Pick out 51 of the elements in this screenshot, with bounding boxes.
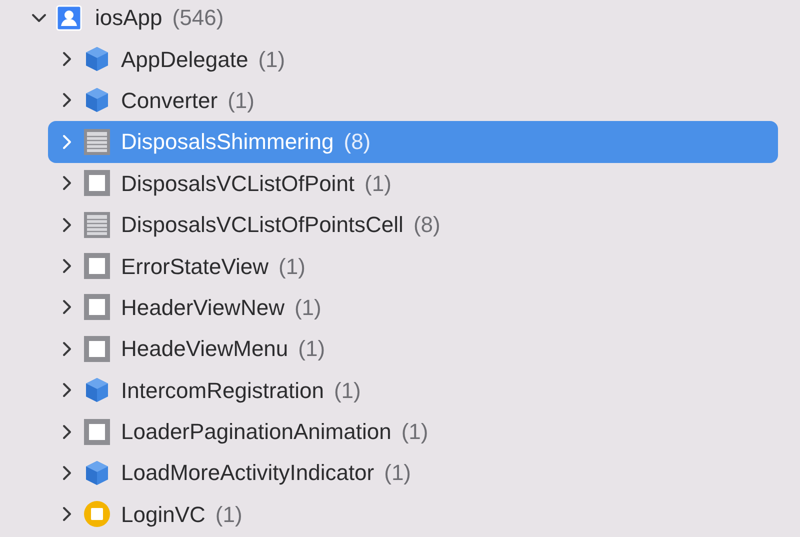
item-count: (1) — [384, 459, 412, 488]
tree-row[interactable]: AppDelegate (1) — [48, 38, 778, 80]
item-count: (1) — [334, 376, 361, 405]
tree-row[interactable]: ErrorStateView (1) — [48, 245, 778, 287]
item-name: HeadeViewMenu — [121, 335, 288, 364]
item-name: DisposalsShimmering — [121, 128, 334, 156]
item-count: (1) — [215, 500, 242, 529]
view-icon — [83, 252, 111, 280]
tree-row[interactable]: IntercomRegistration (1) — [48, 370, 778, 411]
item-name: Converter — [121, 86, 218, 115]
tree-row[interactable]: DisposalsVCListOfPointsCell (8) — [48, 204, 778, 246]
list-icon — [83, 210, 111, 239]
cube-icon — [85, 377, 109, 404]
item-name: LoaderPaginationAnimation — [121, 418, 392, 446]
view-icon — [83, 418, 111, 446]
item-count: (1) — [364, 170, 392, 198]
tree-row[interactable]: HeaderViewNew (1) — [48, 286, 778, 328]
tree-row[interactable]: Converter (1) — [48, 80, 778, 122]
item-name: ErrorStateView — [121, 252, 269, 281]
cube-icon — [85, 46, 109, 72]
item-name: iosApp — [95, 4, 162, 32]
view-icon — [83, 169, 111, 198]
item-name: HeaderViewNew — [121, 294, 284, 322]
item-count: (1) — [298, 335, 326, 364]
item-count: (1) — [258, 46, 286, 74]
item-count: (546) — [172, 4, 224, 32]
item-count: (1) — [228, 86, 254, 115]
view-icon — [83, 334, 111, 363]
item-name: DisposalsVCListOfPointsCell — [121, 211, 404, 240]
item-name: LoginVC — [121, 500, 206, 529]
item-count: (8) — [344, 128, 371, 156]
item-name: IntercomRegistration — [121, 376, 324, 405]
view-icon — [83, 293, 111, 322]
tree-row[interactable]: DisposalsVCListOfPoint (1) — [48, 162, 778, 204]
tree-row[interactable]: LoadMoreActivityIndicator (1) — [48, 452, 778, 494]
item-count: (1) — [401, 418, 428, 446]
item-name: DisposalsVCListOfPoint — [121, 170, 355, 198]
item-count: (8) — [413, 211, 440, 240]
item-name: AppDelegate — [121, 46, 248, 74]
list-icon — [83, 128, 111, 156]
item-name: LoadMoreActivityIndicator — [121, 459, 374, 488]
controller-icon — [83, 500, 111, 528]
item-count: (1) — [294, 294, 322, 322]
person-icon — [56, 4, 82, 31]
tree-row[interactable]: LoaderPaginationAnimation (1) — [48, 410, 778, 452]
item-count: (1) — [278, 252, 306, 281]
cube-icon — [85, 460, 109, 486]
tree-row[interactable]: HeadeViewMenu (1) — [48, 328, 778, 370]
cube-icon — [85, 87, 109, 114]
tree-row[interactable]: LoginVC (1) — [48, 494, 778, 536]
tree-row[interactable]: iosApp (546) — [48, 0, 778, 38]
